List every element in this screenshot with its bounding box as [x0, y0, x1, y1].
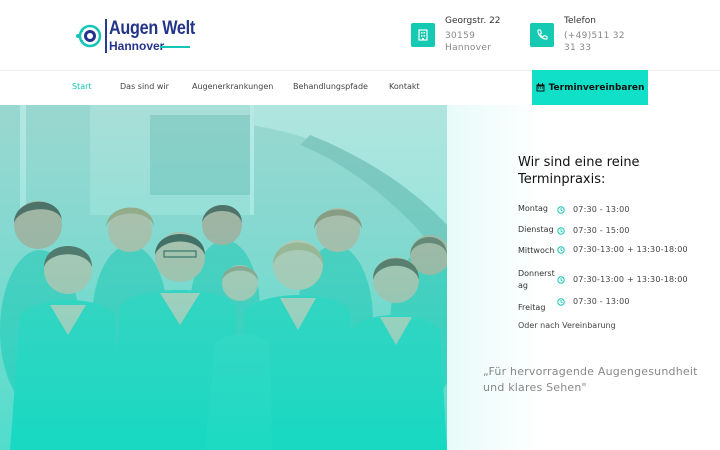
appointment-button-label: Terminvereinbaren: [548, 82, 645, 93]
tagline-quote: „Für hervorragende Augengesundheit und k…: [483, 365, 698, 394]
clock-icon: [557, 206, 565, 214]
nav-item-behandlungspfade[interactable]: Behandlungspfade: [293, 82, 368, 91]
clock-icon: [557, 298, 565, 306]
clock-icon: [557, 246, 565, 254]
team-photo-illustration: [0, 105, 447, 450]
building-icon: [411, 23, 435, 47]
day-label: Freitag: [518, 303, 546, 312]
clock-icon: [557, 227, 565, 235]
time-value: 07:30-13:00 + 13:30-18:00: [573, 275, 688, 284]
hours-title: Wir sind eine reine Terminpraxis:: [518, 155, 640, 187]
time-value: 07:30 - 15:00: [573, 226, 630, 235]
time-value: 07:30-13:00 + 13:30-18:00: [573, 245, 688, 254]
address-block: Georgstr. 22 30159 Hannover: [411, 16, 521, 56]
address-city: 30159 Hannover: [445, 31, 492, 53]
day-label: Donnerstag: [518, 269, 555, 290]
hours-note: Oder nach Vereinbarung: [518, 321, 616, 330]
calendar-icon: [536, 83, 545, 92]
nav-item-das-sind-wir[interactable]: Das sind wir: [120, 82, 169, 91]
logo-title: Augen Welt: [109, 18, 195, 39]
address-street: Georgstr. 22: [445, 16, 501, 26]
phone-icon: [530, 23, 554, 47]
hero-team-photo: [0, 105, 447, 450]
day-label: Dienstag: [518, 225, 554, 234]
logo[interactable]: Augen Welt Hannover: [74, 17, 195, 57]
logo-subtitle: Hannover: [109, 39, 165, 53]
clock-icon: [557, 276, 565, 284]
eye-logo-icon: [76, 24, 102, 48]
day-label: Mittwoch: [518, 246, 555, 255]
time-value: 07:30 - 13:00: [573, 205, 630, 214]
time-value: 07:30 - 13:00: [573, 297, 630, 306]
phone-label: Telefon: [564, 16, 596, 26]
phone-block[interactable]: Telefon (+49)511 32 31 33: [530, 16, 640, 56]
logo-underline: [160, 46, 190, 48]
nav-item-augenerkrankungen[interactable]: Augenerkrankungen: [192, 82, 273, 91]
nav-item-start[interactable]: Start: [72, 82, 92, 91]
phone-number[interactable]: (+49)511 32 31 33: [564, 30, 634, 54]
logo-divider: [105, 19, 107, 53]
nav-item-kontakt[interactable]: Kontakt: [389, 82, 420, 91]
day-label: Montag: [518, 204, 548, 213]
appointment-button[interactable]: Terminvereinbaren: [532, 70, 648, 105]
